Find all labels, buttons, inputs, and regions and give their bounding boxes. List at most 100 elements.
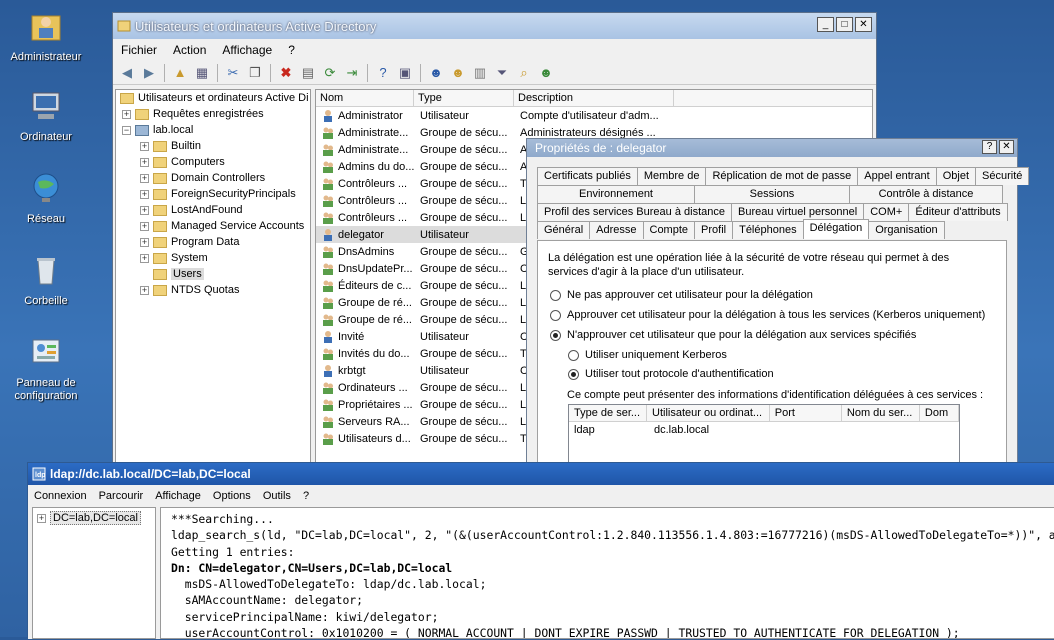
collapse-icon[interactable]: −	[122, 125, 131, 135]
filter-icon[interactable]: ⏷	[492, 63, 512, 83]
desktop-icon-reseau[interactable]: Réseau	[6, 170, 86, 226]
expand-icon[interactable]: +	[140, 237, 149, 247]
column-header-port[interactable]: Port	[770, 405, 842, 421]
forward-arrow-icon[interactable]: ▶	[139, 63, 159, 83]
tab-compte[interactable]: Compte	[642, 221, 696, 239]
expand-icon[interactable]: +	[140, 173, 149, 183]
tab-com-plus[interactable]: COM+	[863, 203, 910, 221]
tree-item-ntds-quotas[interactable]: + NTDS Quotas	[116, 282, 310, 298]
ldp-output-pane[interactable]: ***Searching... ldap_search_s(ld, "DC=lab…	[160, 507, 1054, 639]
tree-item-lost-and-found[interactable]: + LostAndFound	[116, 202, 310, 218]
tab-telephones[interactable]: Téléphones	[732, 221, 804, 239]
new-group-icon[interactable]: ☻	[448, 63, 468, 83]
menu-affichage-ldp[interactable]: Affichage	[149, 490, 207, 502]
menu-connexion[interactable]: Connexion	[28, 490, 93, 502]
radio-delegate-all[interactable]: Approuver cet utilisateur pour la déléga…	[550, 309, 985, 321]
column-header-utilisateur[interactable]: Utilisateur ou ordinat...	[647, 405, 770, 421]
radio-no-delegation[interactable]: Ne pas approuver cet utilisateur pour la…	[550, 289, 813, 301]
expand-icon[interactable]: +	[140, 157, 149, 167]
menu-options[interactable]: Options	[207, 490, 257, 502]
dialog-close-button[interactable]: ✕	[999, 140, 1014, 154]
tab-delegation[interactable]: Délégation	[802, 219, 870, 239]
tree-item-program-data[interactable]: + Program Data	[116, 234, 310, 250]
tree-item-users[interactable]: Users	[116, 266, 310, 282]
tab-objet[interactable]: Objet	[935, 167, 977, 185]
help-button[interactable]: ?	[982, 140, 997, 154]
menu-outils[interactable]: Outils	[257, 490, 297, 502]
expand-icon[interactable]: +	[140, 221, 149, 231]
tab-adresse[interactable]: Adresse	[589, 221, 644, 239]
column-header-domaine[interactable]: Dom	[920, 405, 959, 421]
add-to-group-icon[interactable]: ☻	[536, 63, 556, 83]
delete-icon[interactable]: ✖	[276, 63, 296, 83]
tab-general[interactable]: Général	[537, 221, 591, 239]
menu-help-ldp[interactable]: ?	[297, 490, 315, 502]
new-ou-icon[interactable]: ▥	[470, 63, 490, 83]
tree-item-system[interactable]: + System	[116, 250, 310, 266]
cut-icon[interactable]: ✂	[223, 63, 243, 83]
aduc-titlebar[interactable]: Utilisateurs et ordinateurs Active Direc…	[113, 13, 876, 39]
maximize-button[interactable]: □	[836, 17, 853, 32]
tab-editeur-attributs[interactable]: Éditeur d'attributs	[908, 203, 1008, 221]
tree-item-foreign-security-principals[interactable]: + ForeignSecurityPrincipals	[116, 186, 310, 202]
tree-root[interactable]: Utilisateurs et ordinateurs Active Di	[116, 90, 310, 106]
refresh-icon[interactable]: ⟳	[320, 63, 340, 83]
expand-icon[interactable]: +	[140, 285, 149, 295]
view-icon[interactable]: ▣	[395, 63, 415, 83]
menu-fichier[interactable]: Fichier	[113, 43, 165, 57]
radio-button[interactable]	[550, 289, 561, 301]
desktop-icon-corbeille[interactable]: Corbeille	[6, 252, 86, 308]
tree-item-domain-controllers[interactable]: + Domain Controllers	[116, 170, 310, 186]
ldp-titlebar[interactable]: ldp ldap://dc.lab.local/DC=lab,DC=local	[28, 463, 1054, 485]
new-user-icon[interactable]: ☻	[426, 63, 446, 83]
tab-membre-de[interactable]: Membre de	[636, 167, 707, 185]
menu-action[interactable]: Action	[165, 43, 214, 57]
copy-icon[interactable]: ❐	[245, 63, 265, 83]
tab-organisation[interactable]: Organisation	[868, 221, 945, 239]
properties-icon[interactable]: ▤	[298, 63, 318, 83]
tree-item-builtin[interactable]: + Builtin	[116, 138, 310, 154]
help-icon[interactable]: ?	[373, 63, 393, 83]
desktop-icon-administrateur[interactable]: Administrateur	[6, 8, 86, 64]
export-list-icon[interactable]: ⇥	[342, 63, 362, 83]
find-icon[interactable]: ⌕	[514, 63, 534, 83]
minimize-button[interactable]: _	[817, 17, 834, 32]
close-button[interactable]: ✕	[855, 17, 872, 32]
column-header-nom-service[interactable]: Nom du ser...	[842, 405, 920, 421]
dialog-titlebar[interactable]: Propriétés de : delegator ? ✕	[527, 139, 1017, 157]
tree-domain[interactable]: − lab.local	[116, 122, 310, 138]
show-tree-icon[interactable]: ▦	[192, 63, 212, 83]
tab-controle-distance[interactable]: Contrôle à distance	[849, 185, 1003, 203]
radio-button-selected[interactable]	[568, 368, 579, 380]
tab-appel-entrant[interactable]: Appel entrant	[857, 167, 937, 185]
services-grid-row[interactable]: ldap dc.lab.local	[569, 422, 959, 439]
up-folder-icon[interactable]: ▲	[170, 63, 190, 83]
tab-environnement[interactable]: Environnement	[537, 185, 695, 203]
radio-button[interactable]	[550, 309, 561, 321]
tab-replication[interactable]: Réplication de mot de passe	[705, 167, 859, 185]
expand-icon[interactable]: +	[140, 189, 149, 199]
tree-saved-queries[interactable]: + Requêtes enregistrées	[116, 106, 310, 122]
expand-icon[interactable]: +	[122, 109, 131, 119]
tab-securite[interactable]: Sécurité	[975, 167, 1030, 185]
tree-item-managed-service-accounts[interactable]: + Managed Service Accounts	[116, 218, 310, 234]
tab-profil[interactable]: Profil	[694, 221, 734, 239]
radio-button-selected[interactable]	[550, 329, 561, 341]
column-header-description[interactable]: Description	[514, 90, 674, 106]
expand-icon[interactable]: +	[140, 205, 149, 215]
menu-affichage[interactable]: Affichage	[214, 43, 280, 57]
radio-any-protocol[interactable]: Utiliser tout protocole d'authentificati…	[568, 368, 774, 380]
radio-kerberos-only[interactable]: Utiliser uniquement Kerberos	[568, 349, 727, 361]
ldp-tree-node[interactable]: + DC=lab,DC=local	[33, 510, 155, 526]
desktop-icon-panneau-configuration[interactable]: Panneau de configuration	[6, 334, 86, 403]
radio-delegate-specified[interactable]: N'approuver cet utilisateur que pour la …	[550, 329, 916, 341]
radio-button[interactable]	[568, 349, 579, 361]
desktop-icon-ordinateur[interactable]: Ordinateur	[6, 88, 86, 144]
expand-icon[interactable]: +	[37, 513, 46, 523]
expand-icon[interactable]: +	[140, 253, 149, 263]
menu-help[interactable]: ?	[280, 43, 303, 57]
list-item[interactable]: Administrator Utilisateur Compte d'utilisa…	[316, 107, 872, 124]
tab-certificats-publies[interactable]: Certificats publiés	[537, 167, 638, 185]
back-arrow-icon[interactable]: ◀	[117, 63, 137, 83]
tab-profil-bureau-distance[interactable]: Profil des services Bureau à distance	[537, 203, 732, 221]
